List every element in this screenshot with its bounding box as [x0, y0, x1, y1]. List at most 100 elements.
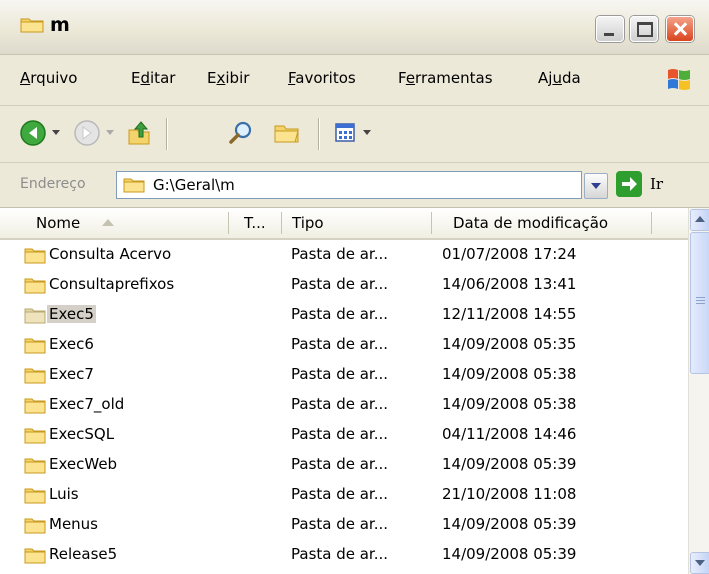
file-row[interactable]: ExecSQL Pasta de ar... 04/11/2008 14:46	[0, 420, 688, 450]
file-list: Consulta Acervo Pasta de ar... 01/07/200…	[0, 240, 688, 574]
file-date: 14/09/2008 05:38	[442, 365, 577, 383]
address-input[interactable]: G:\Geral\m	[116, 171, 582, 199]
file-name: ExecWeb	[49, 455, 118, 473]
file-row[interactable]: Exec7 Pasta de ar... 14/09/2008 05:38	[0, 360, 688, 390]
scroll-down-button[interactable]	[690, 552, 709, 574]
folder-icon	[24, 248, 46, 264]
file-type: Pasta de ar...	[291, 365, 389, 383]
column-type-header[interactable]: Tipo	[292, 214, 324, 232]
scroll-thumb[interactable]	[690, 232, 709, 374]
file-date: 01/07/2008 17:24	[442, 245, 577, 263]
views-icon[interactable]	[332, 118, 362, 148]
column-divider[interactable]	[651, 212, 652, 234]
file-date: 12/11/2008 14:55	[442, 305, 577, 323]
go-arrow-icon[interactable]	[616, 171, 642, 197]
up-folder-icon[interactable]	[124, 118, 154, 148]
column-size-header[interactable]: T...	[244, 214, 266, 232]
forward-dropdown-icon[interactable]	[106, 130, 114, 135]
folder-icon	[20, 18, 44, 33]
folder-icon	[24, 398, 46, 414]
window-title: m	[50, 14, 70, 36]
minimize-button[interactable]	[596, 16, 624, 42]
scroll-up-button[interactable]	[690, 209, 709, 231]
folders-icon[interactable]	[272, 118, 302, 148]
menu-exibir[interactable]: Exibir	[207, 69, 249, 87]
file-name: ExecSQL	[49, 425, 115, 443]
folder-icon	[24, 458, 46, 474]
toolbar-separator	[318, 118, 320, 150]
file-row[interactable]: Luis Pasta de ar... 21/10/2008 11:08	[0, 480, 688, 510]
file-type: Pasta de ar...	[291, 395, 389, 413]
file-row[interactable]: Exec7_old Pasta de ar... 14/09/2008 05:3…	[0, 390, 688, 420]
file-name: Release5	[49, 545, 118, 563]
search-icon[interactable]	[226, 118, 256, 148]
folder-icon	[24, 308, 46, 324]
folder-icon	[24, 428, 46, 444]
close-button[interactable]	[666, 16, 694, 42]
file-type: Pasta de ar...	[291, 305, 389, 323]
file-type: Pasta de ar...	[291, 245, 389, 263]
folder-icon	[123, 178, 145, 193]
folder-icon	[24, 548, 46, 564]
vertical-scrollbar[interactable]	[688, 208, 709, 574]
file-name: Consultaprefixos	[49, 275, 175, 293]
file-type: Pasta de ar...	[291, 275, 389, 293]
folder-icon	[24, 368, 46, 384]
column-date-header[interactable]: Data de modificação	[453, 214, 608, 232]
column-divider[interactable]	[228, 212, 229, 234]
views-dropdown-icon[interactable]	[363, 130, 371, 135]
windows-logo-icon	[668, 69, 690, 90]
address-label: Endereço	[20, 176, 86, 192]
file-date: 04/11/2008 14:46	[442, 425, 577, 443]
explorer-window: m Arquivo Editar Exibir Favoritos Ferram…	[0, 0, 709, 574]
address-bar: Endereço G:\Geral\m Ir	[0, 163, 709, 208]
file-date: 14/09/2008 05:39	[442, 455, 577, 473]
file-type: Pasta de ar...	[291, 335, 389, 353]
column-headers: Nome T... Tipo Data de modificação	[0, 208, 688, 240]
forward-icon[interactable]	[72, 118, 102, 148]
file-name: Menus	[49, 515, 98, 533]
address-value: G:\Geral\m	[153, 176, 235, 194]
file-type: Pasta de ar...	[291, 455, 389, 473]
file-date: 14/09/2008 05:39	[442, 545, 577, 563]
menu-ajuda[interactable]: Ajuda	[538, 69, 581, 87]
file-date: 14/09/2008 05:38	[442, 395, 577, 413]
menu-ferramentas[interactable]: Ferramentas	[398, 69, 493, 87]
file-date: 14/09/2008 05:35	[442, 335, 577, 353]
file-row[interactable]: ExecWeb Pasta de ar... 14/09/2008 05:39	[0, 450, 688, 480]
file-type: Pasta de ar...	[291, 485, 389, 503]
go-button[interactable]: Ir	[650, 175, 663, 193]
column-divider[interactable]	[281, 212, 282, 234]
menu-bar: Arquivo Editar Exibir Favoritos Ferramen…	[0, 55, 709, 106]
file-row-selected[interactable]: Exec5 Pasta de ar... 12/11/2008 14:55	[0, 300, 688, 330]
file-type: Pasta de ar...	[291, 425, 389, 443]
file-row[interactable]: Menus Pasta de ar... 14/09/2008 05:39	[0, 510, 688, 540]
title-bar[interactable]: m	[0, 0, 709, 55]
column-name-header[interactable]: Nome	[36, 214, 80, 232]
folder-icon	[24, 338, 46, 354]
file-date: 14/06/2008 13:41	[442, 275, 577, 293]
file-row[interactable]: Consulta Acervo Pasta de ar... 01/07/200…	[0, 240, 688, 270]
file-name: Consulta Acervo	[49, 245, 172, 263]
toolbar-separator	[166, 118, 168, 150]
column-divider[interactable]	[431, 212, 432, 234]
address-dropdown-button[interactable]	[584, 173, 608, 199]
file-type: Pasta de ar...	[291, 515, 389, 533]
file-row[interactable]: Consultaprefixos Pasta de ar... 14/06/20…	[0, 270, 688, 300]
file-date: 14/09/2008 05:39	[442, 515, 577, 533]
back-icon[interactable]	[18, 118, 48, 148]
file-row[interactable]: Release5 Pasta de ar... 14/09/2008 05:39	[0, 540, 688, 570]
folder-icon	[24, 278, 46, 294]
toolbar	[0, 106, 709, 163]
file-name: Luis	[49, 485, 79, 503]
maximize-button[interactable]	[630, 16, 658, 42]
folder-icon	[24, 488, 46, 504]
sort-ascending-icon	[102, 219, 114, 226]
file-name: Exec6	[49, 335, 94, 353]
menu-arquivo[interactable]: Arquivo	[20, 69, 77, 87]
menu-favoritos[interactable]: Favoritos	[288, 69, 356, 87]
file-row[interactable]: Exec6 Pasta de ar... 14/09/2008 05:35	[0, 330, 688, 360]
file-date: 21/10/2008 11:08	[442, 485, 577, 503]
menu-editar[interactable]: Editar	[131, 69, 175, 87]
back-dropdown-icon[interactable]	[52, 130, 60, 135]
